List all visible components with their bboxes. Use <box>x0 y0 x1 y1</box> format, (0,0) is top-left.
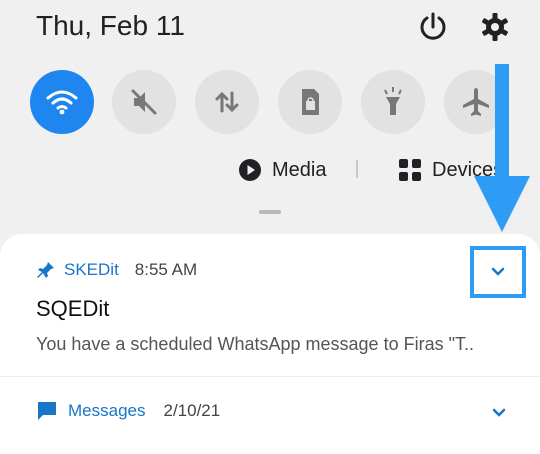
media-devices-row: Media Devices <box>0 150 540 194</box>
media-label: Media <box>272 158 327 181</box>
mobile-data-tile[interactable] <box>195 70 259 134</box>
notification-time: 8:55 AM <box>134 260 198 279</box>
notification-messages[interactable]: Messages 2/10/21 <box>0 394 540 434</box>
pin-icon <box>37 262 54 278</box>
notification-time: 2/10/21 <box>163 401 221 420</box>
app-name-label: Messages <box>68 401 146 420</box>
down-arrow-annotation <box>474 64 530 232</box>
sim-icon <box>302 89 319 115</box>
date-label: Thu, Feb 11 <box>36 10 185 41</box>
message-icon <box>38 402 56 420</box>
flashlight-tile[interactable] <box>361 70 425 134</box>
devices-icon <box>399 159 421 181</box>
notification-app-row: SKEDit 8:55 AM <box>36 260 197 280</box>
panel-drag-handle[interactable] <box>259 210 281 214</box>
wifi-tile[interactable] <box>30 70 94 134</box>
notification-app-row: Messages 2/10/21 <box>36 400 220 422</box>
notification-panel: SKEDit 8:55 AM SQEDit You have a schedul… <box>0 234 540 454</box>
expand-button-highlighted[interactable] <box>470 246 526 298</box>
expand-chevron-icon[interactable] <box>488 402 510 424</box>
sim-tile[interactable] <box>278 70 342 134</box>
gear-icon[interactable] <box>478 10 512 44</box>
status-header: Thu, Feb 11 <box>0 0 540 60</box>
data-arrows-icon <box>215 91 239 113</box>
notification-title: SQEDit <box>36 296 110 321</box>
notification-skedit[interactable]: SKEDit 8:55 AM SQEDit You have a schedul… <box>0 234 540 376</box>
notification-body: You have a scheduled WhatsApp message to… <box>36 334 474 354</box>
media-button[interactable]: Media <box>238 158 326 182</box>
flashlight-icon <box>384 87 402 115</box>
power-icon[interactable] <box>416 10 450 44</box>
media-separator <box>356 160 358 178</box>
wifi-icon <box>46 90 78 115</box>
quick-settings-tiles <box>0 70 540 140</box>
play-icon <box>239 159 261 181</box>
app-name-label: SKEDit <box>64 260 119 279</box>
sound-tile[interactable] <box>112 70 176 134</box>
notification-divider <box>0 376 540 377</box>
chevron-down-icon <box>491 267 505 276</box>
mute-icon <box>131 89 157 115</box>
